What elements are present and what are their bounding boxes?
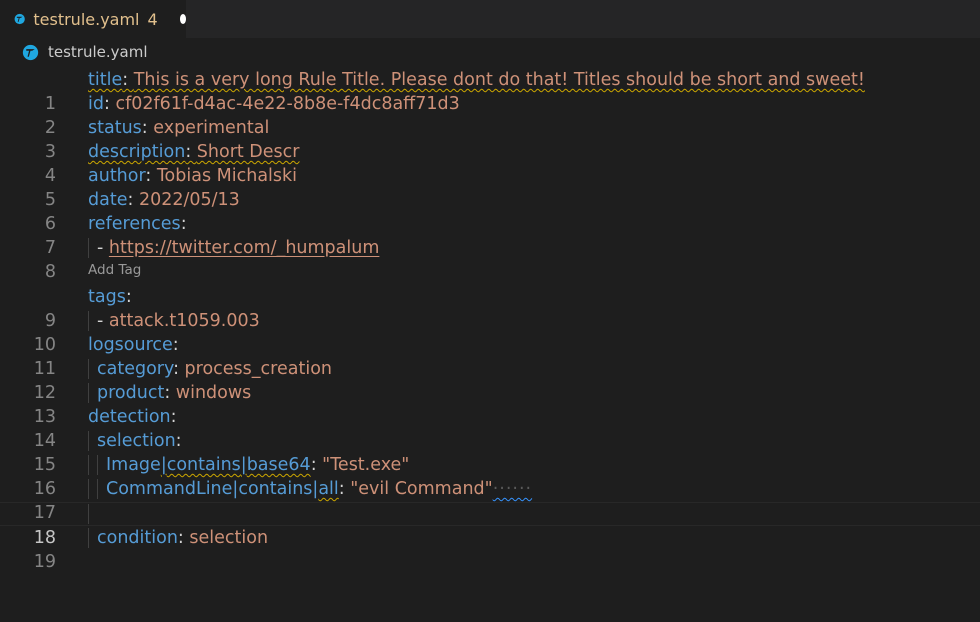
add-tag-codelens[interactable]: Add Tag	[88, 260, 141, 280]
code-line-16[interactable]: 16 Image|contains|base64: "Test.exe"	[0, 453, 980, 499]
code-line-19[interactable]: 19 condition: selection	[0, 526, 980, 572]
code-line-15[interactable]: 15 selection:	[0, 429, 980, 475]
yaml-key: selection	[97, 431, 176, 451]
code-line-9[interactable]: 9 tags:	[0, 285, 980, 331]
indent-guide: category: process_creation	[88, 359, 332, 379]
code-line-14[interactable]: 14 detection:	[0, 405, 980, 451]
code-line-7[interactable]: 7 references:	[0, 212, 980, 258]
yaml-key: logsource	[88, 335, 173, 355]
yaml-value: "Test.exe"	[322, 455, 410, 475]
yaml-value: windows	[175, 383, 252, 403]
code-line-2[interactable]: 2 id: cf02f61f-d4ac-4e22-8b8e-f4dc8aff71…	[0, 92, 980, 138]
code-line-18[interactable]: 18	[0, 502, 980, 548]
yaml-key: CommandLine	[106, 479, 233, 499]
code-line-10[interactable]: 10 - attack.t1059.003	[0, 309, 980, 355]
yaml-modifier: contains	[238, 479, 313, 499]
code-line-4[interactable]: 4 description: Short Descr	[0, 140, 980, 186]
tab-testrule[interactable]: testrule.yaml 4	[0, 0, 186, 38]
yaml-modifier: all	[318, 479, 339, 499]
yaml-value: "evil Command"	[350, 479, 493, 499]
code-editor[interactable]: 1 title: This is a very long Rule Title.…	[0, 66, 980, 572]
line-number: 8	[44, 262, 56, 282]
trailing-whitespace-marker: ······	[492, 479, 533, 499]
breadcrumb-filename[interactable]: testrule.yaml	[48, 43, 148, 61]
code-line-12[interactable]: 12 category: process_creation	[0, 357, 980, 403]
yaml-value: cf02f61f-d4ac-4e22-8b8e-f4dc8aff71d3	[115, 94, 460, 114]
yaml-key: date	[88, 190, 128, 210]
list-dash: -	[97, 311, 109, 331]
code-line-11[interactable]: 11 logsource:	[0, 333, 980, 379]
tab-filename: testrule.yaml	[33, 9, 140, 29]
yaml-value: This is a very long Rule Title. Please d…	[133, 70, 865, 90]
indent-guide: Image|contains|base64: "Test.exe"	[88, 455, 410, 475]
yaml-key: id	[88, 94, 104, 114]
yaml-key: tags	[88, 287, 126, 307]
yaml-key: Image	[106, 455, 161, 475]
yaml-key: author	[88, 166, 146, 186]
yaml-modifier: base64	[246, 455, 311, 475]
yaml-value: process_creation	[184, 359, 332, 379]
file-type-icon	[22, 44, 39, 60]
yaml-key: detection	[88, 407, 171, 427]
file-type-icon	[14, 13, 25, 25]
tab-bar: testrule.yaml 4	[0, 0, 980, 38]
yaml-key: references	[88, 214, 181, 234]
yaml-key: status	[88, 118, 142, 138]
yaml-key: product	[97, 383, 165, 403]
yaml-key: description	[88, 142, 186, 162]
breadcrumb: testrule.yaml	[0, 38, 980, 66]
code-line-6[interactable]: 6 date: 2022/05/13	[0, 188, 980, 234]
yaml-value: selection	[189, 528, 269, 548]
yaml-key: category	[97, 359, 174, 379]
indent-guide: Image|contains|base64: "Test.exe"	[97, 455, 410, 475]
yaml-key: title	[88, 70, 123, 90]
problem-count-badge: 4	[147, 9, 158, 29]
yaml-value: Short Descr	[196, 142, 300, 162]
code-line-8[interactable]: 8 - https://twitter.com/_humpalum	[0, 236, 980, 282]
indent-guide: product: windows	[88, 383, 252, 403]
yaml-value: attack.t1059.003	[108, 311, 260, 331]
code-line-3[interactable]: 3 status: experimental	[0, 116, 980, 162]
indent-guide	[88, 504, 103, 524]
unsaved-indicator-icon[interactable]	[179, 14, 186, 24]
indent-guide: CommandLine|contains|all: "evil Command"…	[97, 479, 533, 499]
code-line-17[interactable]: 17 CommandLine|contains|all: "evil Comma…	[0, 477, 980, 523]
indent-guide: - https://twitter.com/_humpalum	[88, 238, 380, 258]
yaml-value: Tobias Michalski	[156, 166, 298, 186]
yaml-value: 2022/05/13	[138, 190, 240, 210]
indent-guide: selection:	[88, 431, 182, 451]
indent-guide: condition: selection	[88, 528, 269, 548]
indent-guide: - attack.t1059.003	[88, 311, 260, 331]
yaml-key: condition	[97, 528, 178, 548]
indent-guide: CommandLine|contains|all: "evil Command"…	[88, 479, 533, 499]
code-line-1[interactable]: 1 title: This is a very long Rule Title.…	[0, 68, 980, 114]
reference-link[interactable]: https://twitter.com/_humpalum	[109, 238, 380, 258]
yaml-modifier: contains	[166, 455, 241, 475]
line-number: 19	[33, 552, 56, 572]
code-line-5[interactable]: 5 author: Tobias Michalski	[0, 164, 980, 210]
list-dash: -	[97, 238, 109, 258]
yaml-value: experimental	[153, 118, 270, 138]
code-line-13[interactable]: 13 product: windows	[0, 381, 980, 427]
